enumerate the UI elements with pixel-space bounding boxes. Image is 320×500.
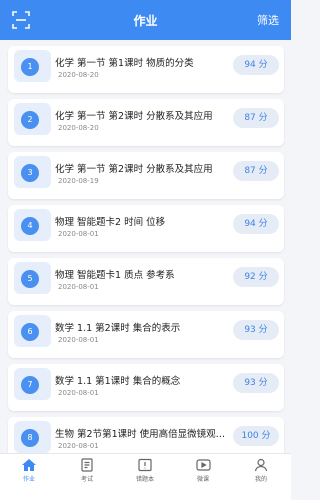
- assignment-title: 数学 1.1 第1课时 集合的概念: [55, 376, 181, 387]
- tab-mine[interactable]: 我的: [232, 454, 290, 500]
- assignment-date: 2020-08-20: [58, 124, 99, 132]
- index-number: 1: [21, 58, 39, 76]
- index-badge: 5: [14, 262, 51, 294]
- score-badge: 94 分: [233, 214, 279, 234]
- profile-icon: [254, 458, 268, 472]
- assignment-title: 数学 1.1 第2课时 集合的表示: [55, 323, 181, 334]
- tab-micro-lesson[interactable]: 微课: [174, 454, 232, 500]
- assignment-list: 1 化学 第一节 第1课时 物质的分类 2020-08-20 94 分 2 化学…: [0, 40, 291, 453]
- score-badge: 87 分: [233, 108, 279, 128]
- assignment-card[interactable]: 2 化学 第一节 第2课时 分散系及其应用 2020-08-20 87 分: [8, 99, 284, 146]
- assignment-title: 物理 智能题卡2 时间 位移: [55, 217, 166, 228]
- index-badge: 7: [14, 368, 51, 400]
- assignment-title: 化学 第一节 第1课时 物质的分类: [55, 58, 194, 69]
- tab-homework[interactable]: 作业: [0, 454, 58, 500]
- home-icon: [22, 459, 36, 471]
- index-badge: 8: [14, 421, 51, 453]
- assignment-date: 2020-08-19: [58, 177, 99, 185]
- score-badge: 87 分: [233, 161, 279, 181]
- index-number: 5: [21, 270, 39, 288]
- wrong-book-icon: [138, 458, 152, 472]
- index-number: 6: [21, 323, 39, 341]
- index-badge: 3: [14, 156, 51, 188]
- index-badge: 6: [14, 315, 51, 347]
- video-icon: [195, 459, 211, 471]
- index-badge: 2: [14, 103, 51, 135]
- assignment-date: 2020-08-01: [58, 336, 99, 344]
- score-badge: 93 分: [233, 320, 279, 340]
- index-number: 2: [21, 111, 39, 129]
- bottom-tab-bar: 作业 考试 错题本 微课 我的: [0, 453, 291, 500]
- tab-label: 错题本: [135, 476, 154, 483]
- score-badge: 92 分: [233, 267, 279, 287]
- assignment-card[interactable]: 4 物理 智能题卡2 时间 位移 2020-08-01 94 分: [8, 205, 284, 252]
- assignment-card[interactable]: 7 数学 1.1 第1课时 集合的概念 2020-08-01 93 分: [8, 364, 284, 411]
- page-title: 作业: [133, 14, 158, 28]
- assignment-title: 生物 第2节第1课时 使用高倍显微镜观察几种细胞: [55, 429, 233, 440]
- tab-label: 我的: [254, 476, 267, 483]
- filter-button[interactable]: 筛选: [257, 12, 279, 28]
- exam-icon: [81, 458, 93, 472]
- assignment-date: 2020-08-01: [58, 389, 99, 397]
- assignment-card[interactable]: 5 物理 智能题卡1 质点 参考系 2020-08-01 92 分: [8, 258, 284, 305]
- index-badge: 4: [14, 209, 51, 241]
- index-number: 7: [21, 376, 39, 394]
- tab-label: 考试: [80, 476, 93, 483]
- tab-exam[interactable]: 考试: [58, 454, 116, 500]
- assignment-date: 2020-08-20: [58, 71, 99, 79]
- index-number: 3: [21, 164, 39, 182]
- score-badge: 94 分: [233, 55, 279, 75]
- score-badge: 93 分: [233, 373, 279, 393]
- assignment-title: 物理 智能题卡1 质点 参考系: [55, 270, 175, 281]
- assignment-card[interactable]: 1 化学 第一节 第1课时 物质的分类 2020-08-20 94 分: [8, 46, 284, 93]
- assignment-date: 2020-08-01: [58, 230, 99, 238]
- app-header: 作业 筛选: [0, 0, 291, 40]
- tab-label: 作业: [22, 476, 35, 483]
- score-badge: 100 分: [233, 426, 279, 446]
- tab-label: 微课: [196, 476, 209, 483]
- assignment-date: 2020-08-01: [58, 283, 99, 291]
- tab-wrong-book[interactable]: 错题本: [116, 454, 174, 500]
- assignment-date: 2020-08-01: [58, 442, 99, 450]
- assignment-card[interactable]: 3 化学 第一节 第2课时 分散系及其应用 2020-08-19 87 分: [8, 152, 284, 199]
- assignment-title: 化学 第一节 第2课时 分散系及其应用: [55, 111, 213, 122]
- index-number: 8: [21, 429, 39, 447]
- index-badge: 1: [14, 50, 51, 82]
- index-number: 4: [21, 217, 39, 235]
- assignment-title: 化学 第一节 第2课时 分散系及其应用: [55, 164, 213, 175]
- assignment-card[interactable]: 8 生物 第2节第1课时 使用高倍显微镜观察几种细胞 2020-08-01 10…: [8, 417, 284, 453]
- assignment-card[interactable]: 6 数学 1.1 第2课时 集合的表示 2020-08-01 93 分: [8, 311, 284, 358]
